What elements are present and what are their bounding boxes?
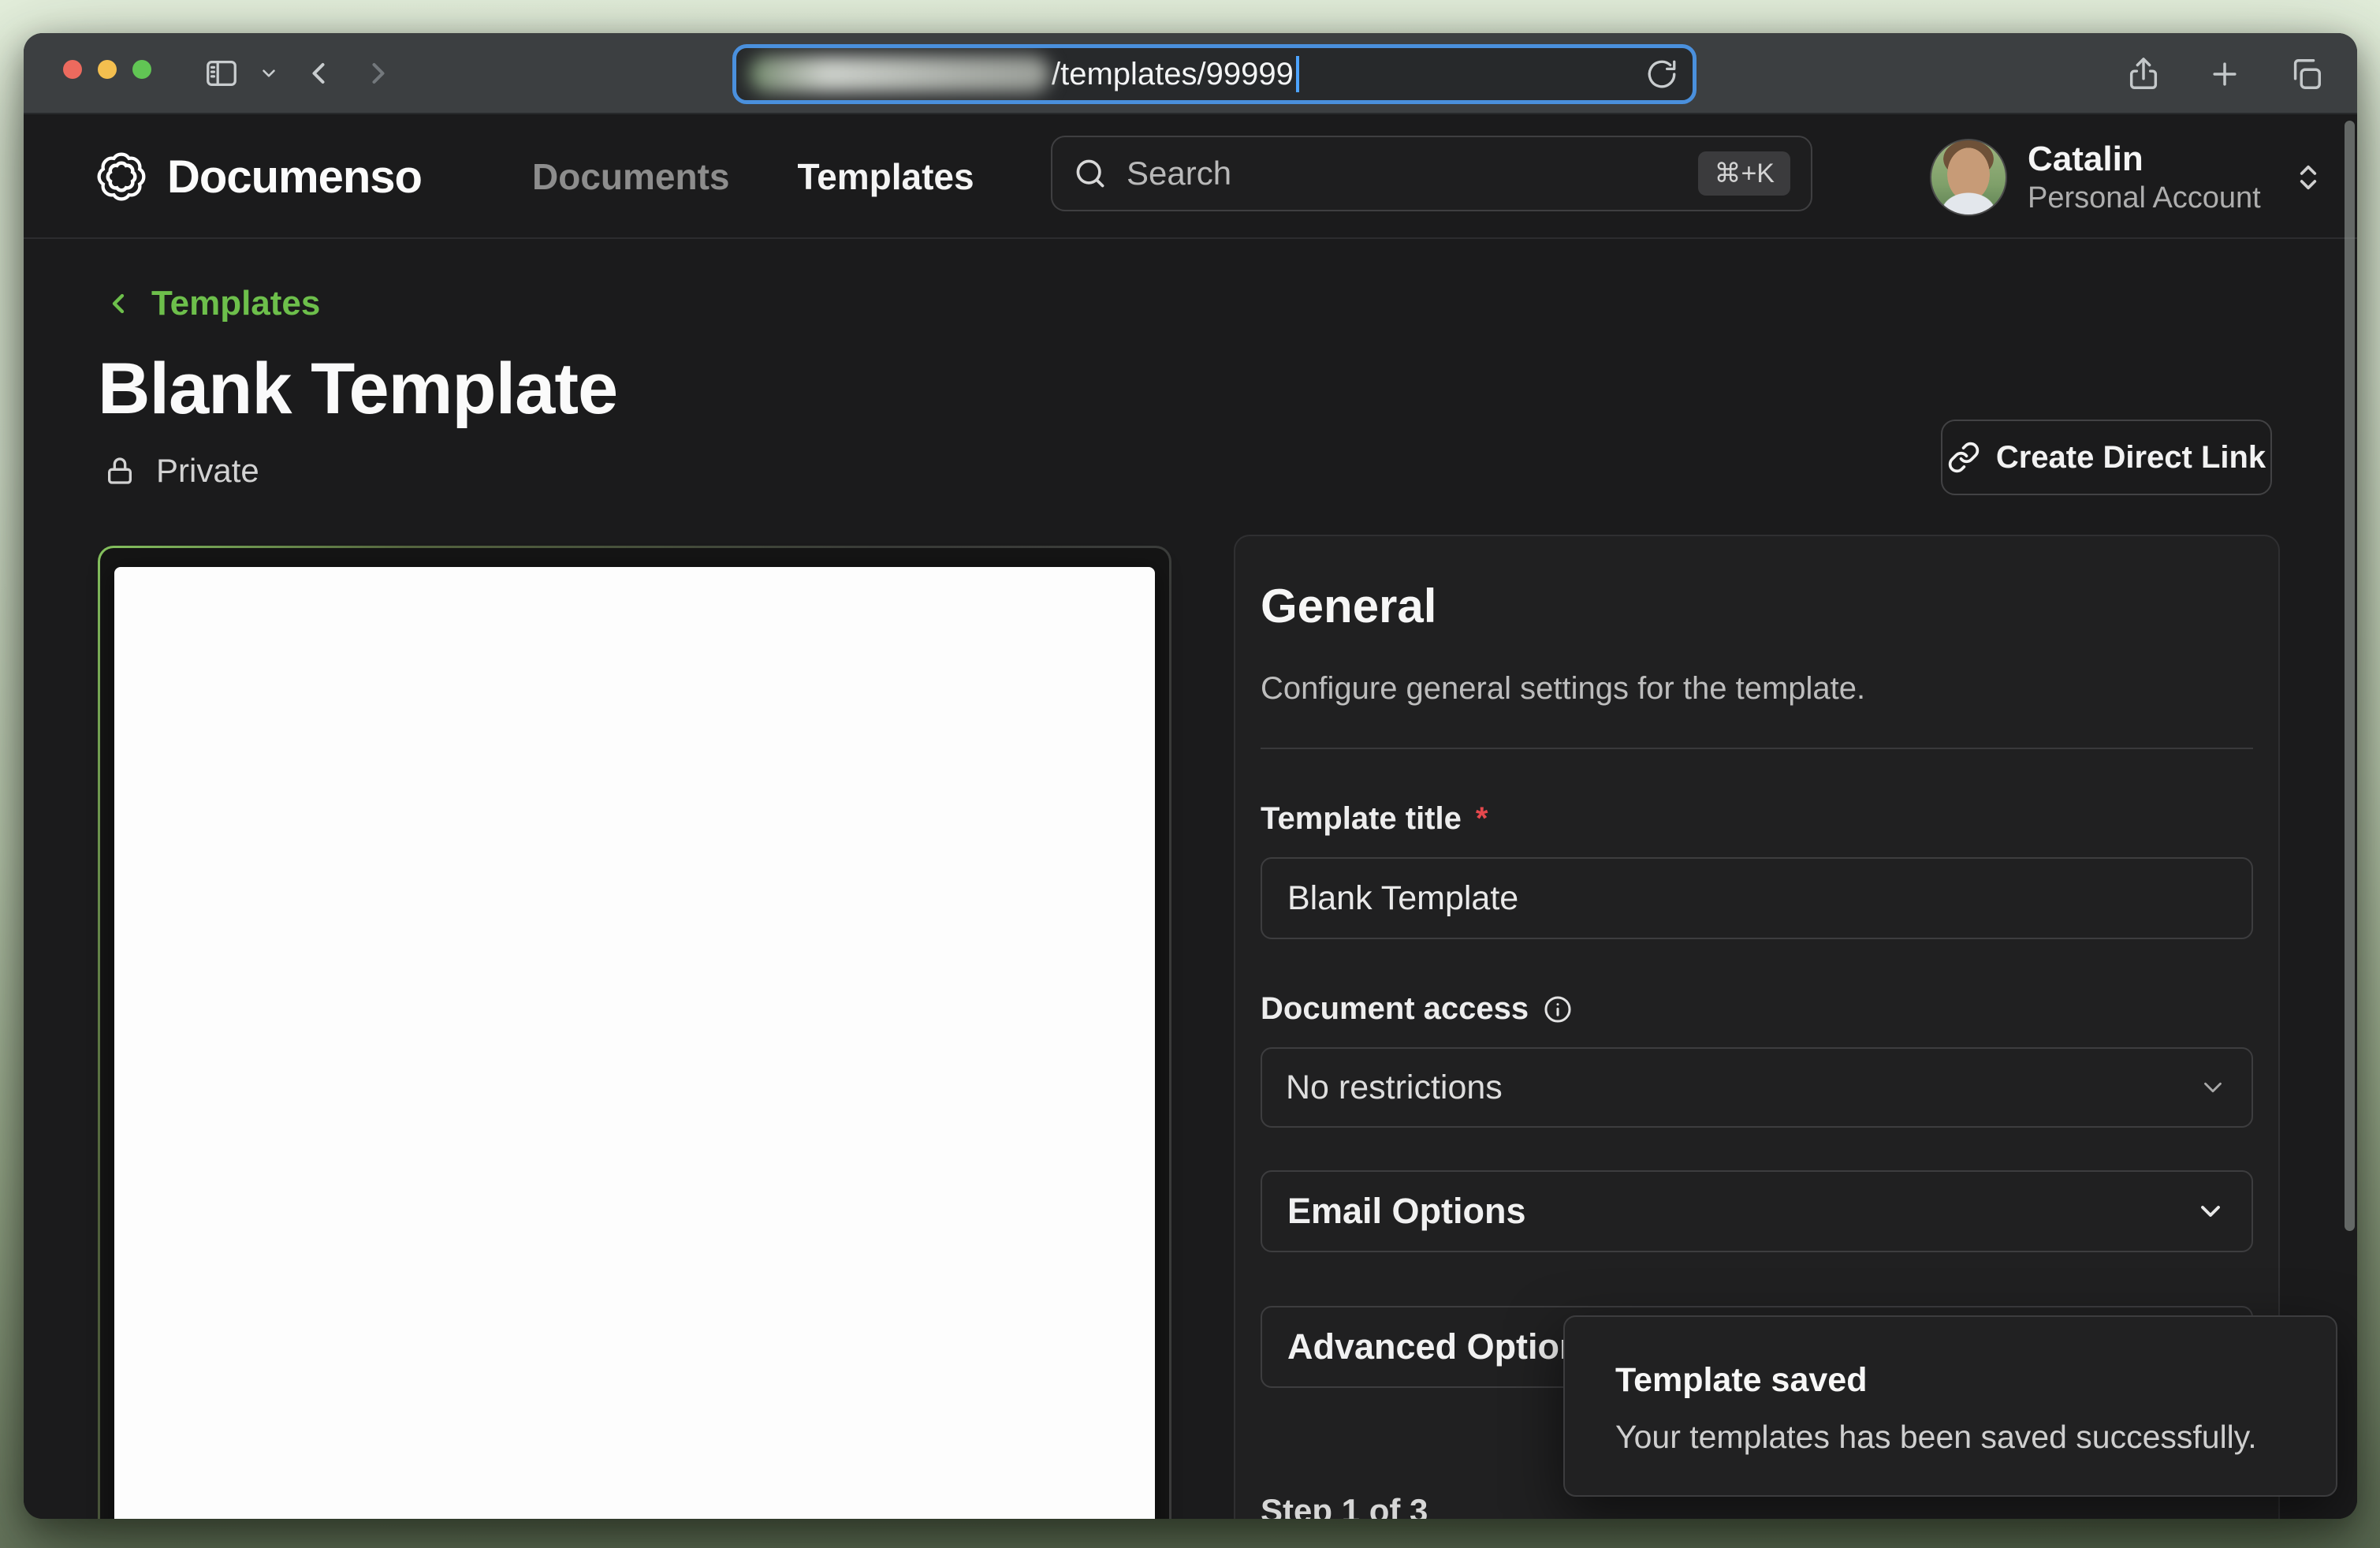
template-title-input[interactable] — [1261, 857, 2253, 939]
nav-documents[interactable]: Documents — [532, 155, 729, 198]
redacted-url-host — [749, 56, 1050, 92]
toast-notification[interactable]: Template saved Your templates has been s… — [1563, 1315, 2337, 1497]
visibility-label: Private — [156, 452, 259, 490]
desktop-background: { "browser": { "url_path": "/templates/9… — [0, 0, 2380, 1548]
main-nav: Documents Templates — [532, 114, 974, 239]
documenso-logo-icon — [95, 150, 148, 203]
reload-icon[interactable] — [1645, 58, 1678, 91]
minimize-icon[interactable] — [98, 60, 117, 79]
toolbar-right-icons — [2125, 33, 2324, 114]
lock-icon — [104, 455, 136, 487]
settings-description: Configure general settings for the templ… — [1261, 671, 2253, 707]
url-path: /templates/99999 — [1052, 57, 1294, 92]
search-input[interactable] — [1127, 155, 1679, 192]
link-icon — [1947, 441, 1980, 474]
create-direct-link-label: Create Direct Link — [1996, 440, 2266, 476]
settings-heading: General — [1261, 579, 2253, 633]
brand-name: Documenso — [167, 151, 422, 203]
document-page[interactable] — [114, 567, 1155, 1519]
create-direct-link-button[interactable]: Create Direct Link — [1941, 420, 2272, 495]
nav-templates[interactable]: Templates — [797, 155, 974, 198]
advanced-options-label: Advanced Options — [1287, 1326, 1601, 1367]
sidebar-icon[interactable] — [203, 55, 240, 91]
chevron-down-icon — [2195, 1196, 2226, 1227]
step-indicator: Step 1 of 3 — [1261, 1492, 1428, 1519]
breadcrumb[interactable]: Templates — [102, 284, 320, 323]
email-options-label: Email Options — [1287, 1191, 1526, 1232]
brand[interactable]: Documenso — [95, 114, 422, 239]
tab-overview-icon[interactable] — [2288, 56, 2324, 92]
toast-title: Template saved — [1615, 1361, 2285, 1400]
document-access-select[interactable]: No restrictions — [1261, 1047, 2253, 1128]
email-options-section[interactable]: Email Options — [1261, 1170, 2253, 1252]
required-asterisk: * — [1476, 801, 1488, 837]
info-icon[interactable] — [1543, 994, 1573, 1024]
close-icon[interactable] — [63, 60, 82, 79]
search-icon — [1073, 156, 1108, 191]
divider — [1261, 748, 2253, 749]
tab-group-chevron-icon[interactable] — [259, 63, 279, 84]
document-access-value: No restrictions — [1286, 1069, 1503, 1107]
account-type: Personal Account — [2028, 180, 2261, 216]
scrollbar-thumb[interactable] — [2345, 121, 2355, 1231]
app-viewport: Documenso Documents Templates ⌘+K Catali… — [24, 114, 2357, 1519]
forward-icon[interactable] — [361, 56, 396, 91]
search-shortcut-badge: ⌘+K — [1698, 151, 1790, 196]
new-tab-icon[interactable] — [2207, 57, 2242, 91]
text-caret — [1296, 56, 1299, 92]
search-bar[interactable]: ⌘+K — [1051, 136, 1812, 211]
browser-window: /templates/99999 — [24, 33, 2357, 1519]
chevron-down-icon — [2198, 1072, 2228, 1102]
back-icon[interactable] — [301, 56, 336, 91]
traffic-lights — [63, 60, 151, 79]
breadcrumb-label: Templates — [151, 284, 320, 323]
page-title: Blank Template — [98, 348, 617, 431]
address-bar[interactable]: /templates/99999 — [732, 44, 1697, 104]
zoom-icon[interactable] — [132, 60, 151, 79]
visibility-badge: Private — [104, 452, 259, 490]
document-access-label: Document access — [1261, 991, 2253, 1027]
chevron-expand-icon — [2292, 162, 2324, 193]
share-icon[interactable] — [2125, 56, 2162, 92]
template-preview-card — [98, 546, 1171, 1519]
app-header: Documenso Documents Templates ⌘+K Catali… — [24, 114, 2357, 239]
account-name: Catalin — [2028, 139, 2261, 180]
template-title-label: Template title * — [1261, 801, 2253, 837]
account-menu[interactable]: Catalin Personal Account — [1930, 139, 2324, 216]
chevron-left-icon — [102, 288, 134, 319]
toast-body: Your templates has been saved successful… — [1615, 1419, 2285, 1456]
avatar — [1930, 139, 2007, 216]
browser-toolbar: /templates/99999 — [24, 33, 2357, 114]
